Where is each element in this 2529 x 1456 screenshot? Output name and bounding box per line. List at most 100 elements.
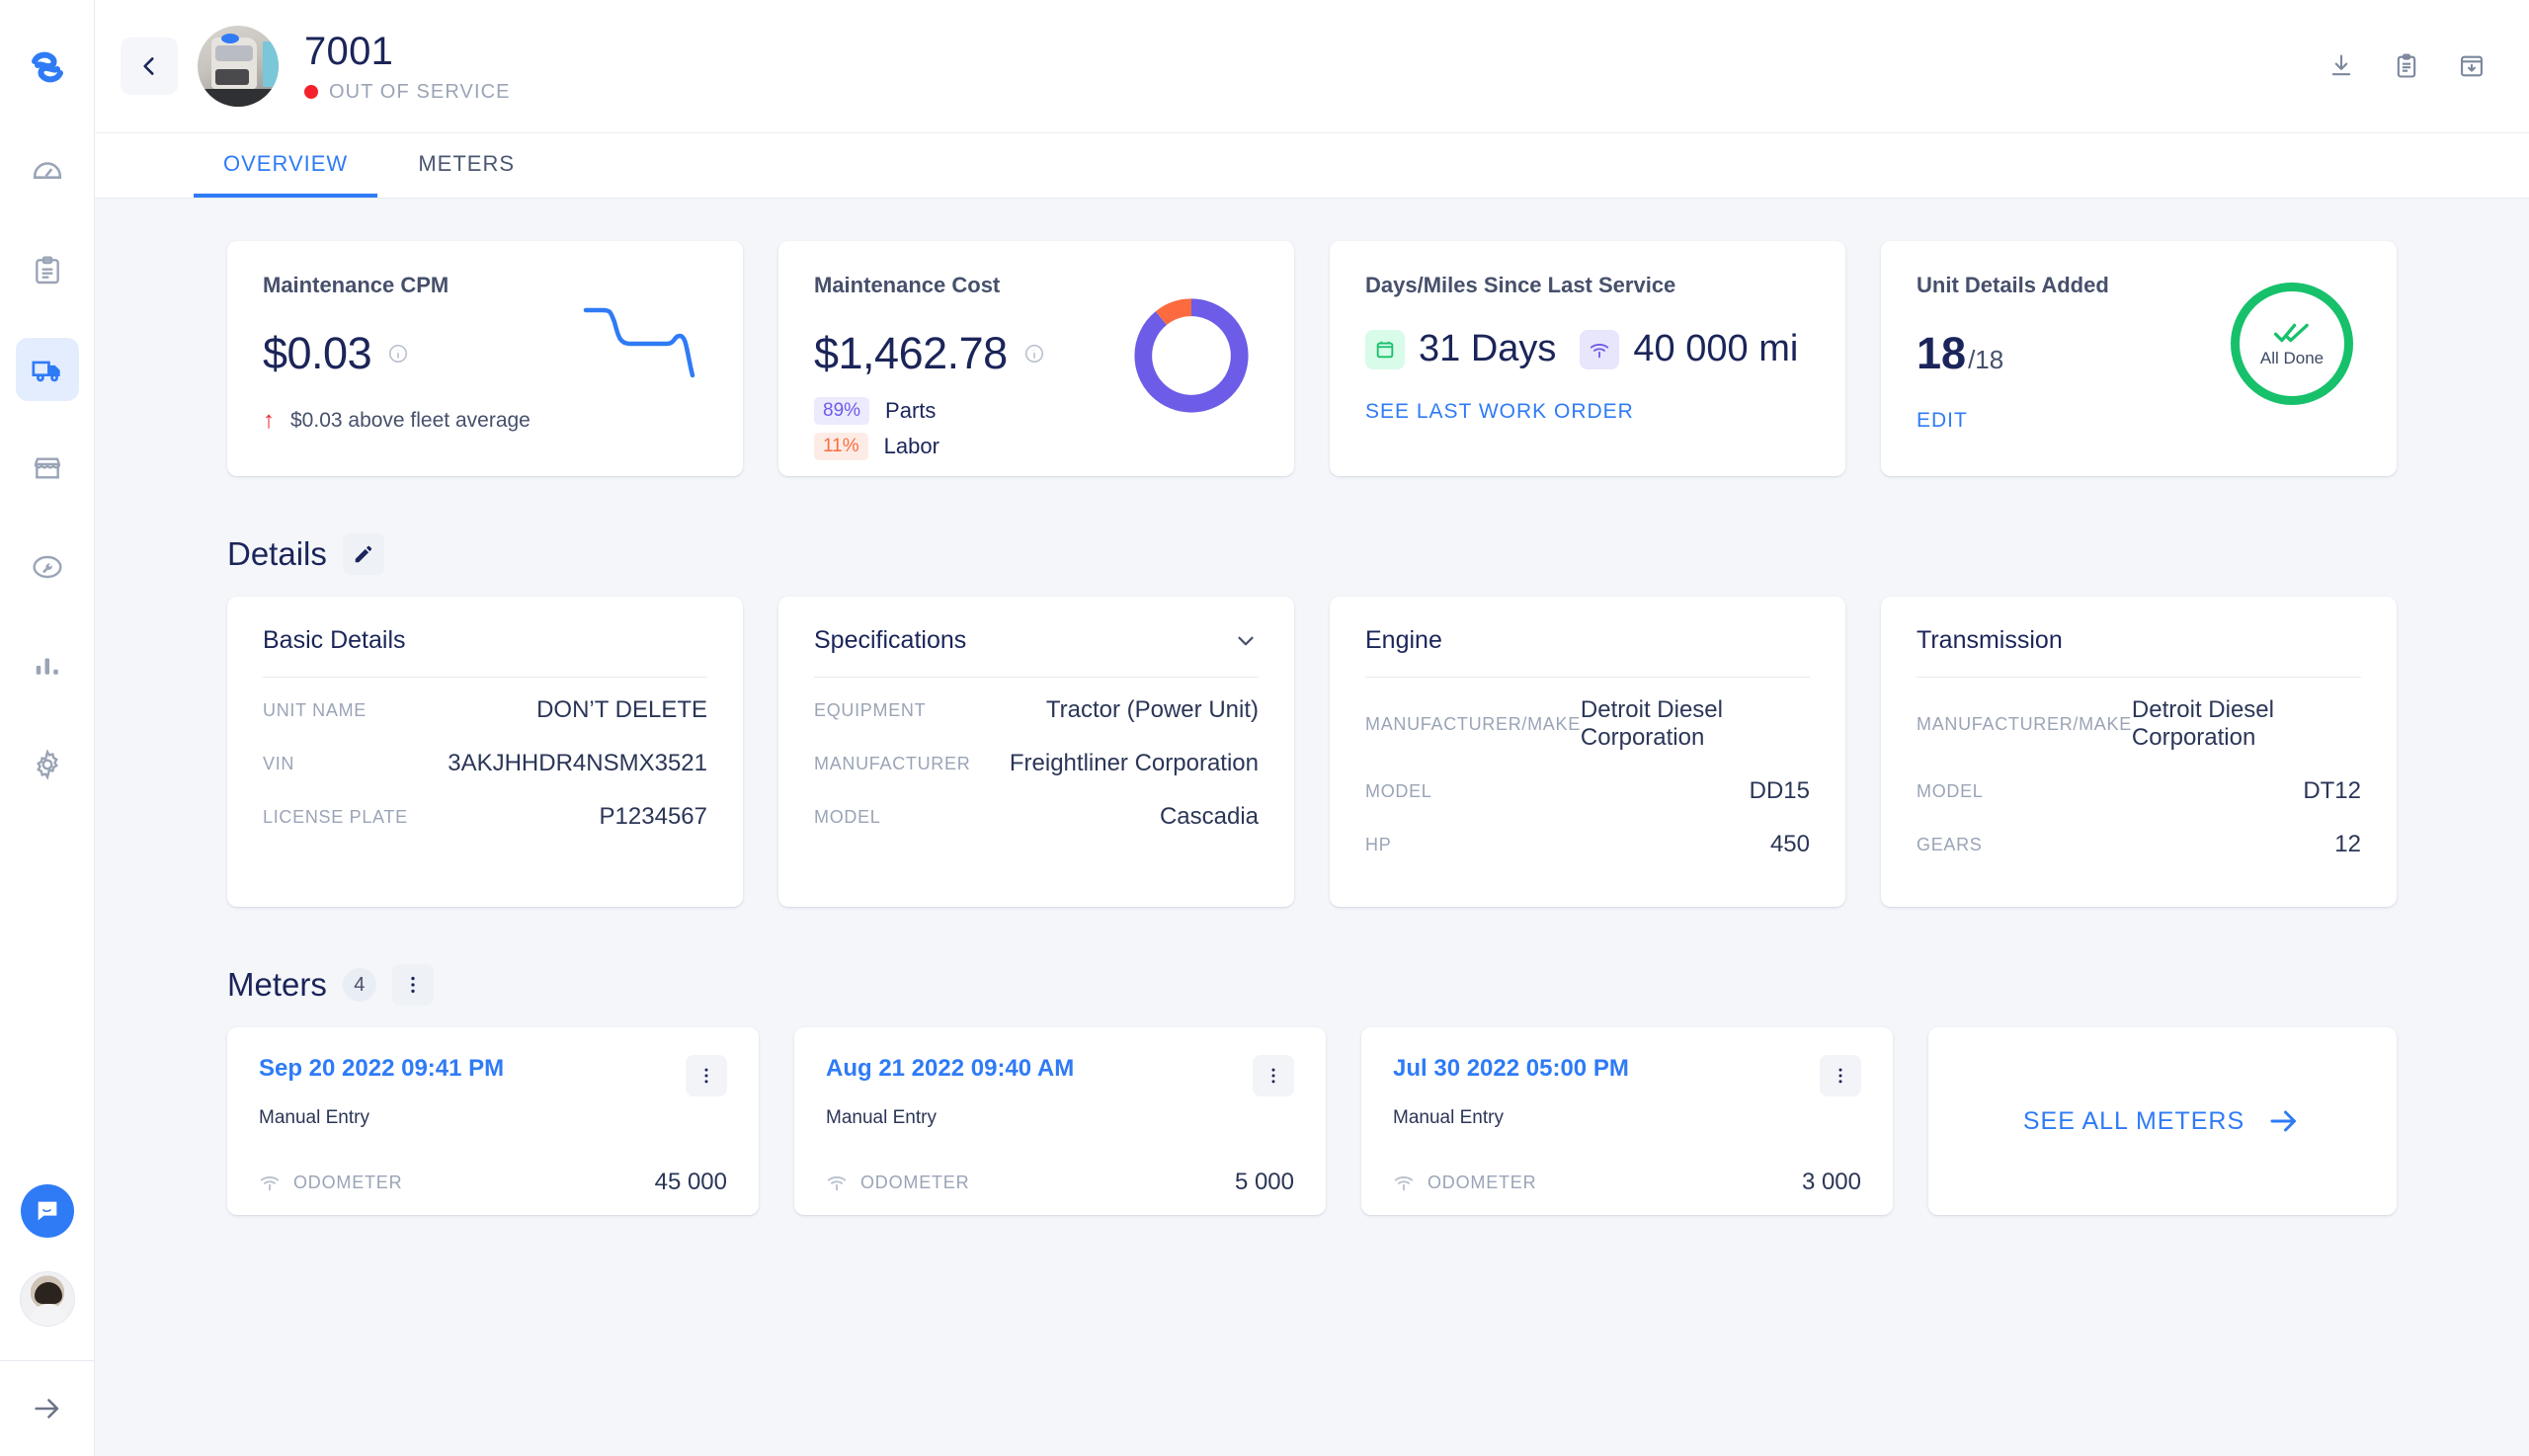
info-icon[interactable] — [1023, 343, 1045, 364]
odometer-icon — [1394, 1176, 1414, 1191]
detail-value: 450 — [1769, 831, 1810, 857]
meters-count-badge: 4 — [342, 968, 376, 1002]
meter-label: ODOMETER — [860, 1172, 970, 1192]
detail-value: Detroit Diesel Corporation — [2131, 696, 2274, 751]
edit-link[interactable]: EDIT — [1917, 409, 1968, 433]
meter-date-link[interactable]: Jul 30 2022 05:00 PM — [1393, 1055, 1629, 1083]
tab-meters[interactable]: METERS — [377, 133, 555, 198]
user-avatar[interactable] — [19, 1271, 75, 1327]
detail-value: 3AKJHHDR4NSMX3521 — [448, 750, 707, 776]
detail-key: MODEL — [814, 806, 881, 827]
divider — [1917, 677, 2361, 678]
kpi-delta: ↑ $0.03 above fleet average — [263, 409, 707, 433]
meter-source: Manual Entry — [1393, 1107, 1504, 1128]
download-icon — [2331, 54, 2351, 76]
sidebar-item-vehicles[interactable] — [15, 338, 79, 401]
details-heading: Details — [227, 535, 327, 572]
sidebar-item-reports[interactable] — [16, 634, 79, 697]
kebab-icon — [1271, 1068, 1275, 1084]
meters-menu-button[interactable] — [391, 964, 434, 1006]
app-logo[interactable] — [0, 0, 94, 134]
sidebar-item-inspections[interactable] — [16, 239, 79, 302]
meter-date-link[interactable]: Sep 20 2022 09:41 PM — [259, 1055, 504, 1083]
bar-chart-icon — [36, 658, 58, 675]
meter-value: 45 000 — [654, 1169, 727, 1195]
truck-icon — [31, 361, 60, 382]
detail-card-title: Engine — [1365, 626, 1442, 654]
unit-photo — [198, 26, 279, 107]
pencil-icon — [355, 545, 372, 563]
detail-row: MODEL DD15 — [1365, 765, 1810, 818]
sidebar-item-vendors[interactable] — [16, 437, 79, 500]
detail-row: VIN 3AKJHHDR4NSMX3521 — [263, 737, 707, 790]
meter-menu-button[interactable] — [1820, 1055, 1861, 1096]
fleetio-logo-icon — [31, 51, 63, 83]
detail-card-engine: Engine MANUFACTURER/MAKE Detroit Diesel … — [1330, 597, 1845, 907]
detail-row: GEARS 12 — [1917, 818, 2361, 871]
back-button[interactable] — [121, 38, 178, 95]
download-button[interactable] — [2327, 52, 2355, 80]
meter-date-link[interactable]: Aug 21 2022 09:40 AM — [826, 1055, 1074, 1083]
arrow-right-icon — [2270, 1110, 2297, 1132]
meter-value: 5 000 — [1234, 1169, 1294, 1195]
sidebar-item-dashboard[interactable] — [16, 140, 79, 203]
detail-value: 12 — [2334, 831, 2361, 857]
detail-card-title: Specifications — [814, 626, 967, 654]
detail-value: Tractor (Power Unit) — [1045, 696, 1259, 723]
page-title: 7001 — [304, 29, 394, 73]
expand-sidebar-button[interactable] — [0, 1361, 94, 1456]
parts-label: Parts — [885, 398, 937, 423]
odometer-icon — [827, 1176, 847, 1191]
detail-value: Cascadia — [1159, 803, 1259, 830]
clipboard-icon — [2397, 53, 2416, 78]
kpi-card-days-miles-since-service: Days/Miles Since Last Service 31 Days 40… — [1330, 241, 1845, 476]
cpm-sparkline-chart — [583, 307, 695, 378]
chat-bubble-icon — [38, 1201, 56, 1221]
meter-value: 3 000 — [1801, 1169, 1861, 1195]
kpi-title: Days/Miles Since Last Service — [1365, 273, 1676, 297]
legend-labor: 11% Labor — [814, 433, 1259, 460]
arrow-up-icon: ↑ — [263, 407, 275, 434]
info-icon[interactable] — [387, 343, 409, 364]
page-header: 7001 OUT OF SERVICE — [95, 0, 2529, 133]
days-since-service: 31 Days — [1419, 328, 1557, 369]
meter-card-header: Aug 21 2022 09:40 AM — [826, 1055, 1294, 1096]
details-section-header: Details — [227, 533, 2397, 575]
detail-card-basic-details: Basic Details UNIT NAME DON’T DELETE VIN… — [227, 597, 743, 907]
archive-icon — [2461, 55, 2483, 77]
meter-reading-row: ODOMETER 45 000 — [259, 1169, 727, 1196]
sidebar-item-settings[interactable] — [16, 733, 79, 796]
see-last-work-order-link[interactable]: SEE LAST WORK ORDER — [1365, 400, 1634, 424]
kpi-row: Maintenance CPM $0.03 ↑ $0.03 above flee… — [227, 199, 2397, 476]
cost-donut-chart — [1134, 298, 1249, 413]
sidebar-item-service[interactable] — [16, 535, 79, 599]
chevron-down-icon[interactable] — [1233, 628, 1259, 654]
kebab-icon — [411, 976, 415, 994]
kpi-link-row: EDIT — [1917, 409, 2361, 433]
meter-menu-button[interactable] — [1253, 1055, 1294, 1096]
detail-card-title: Basic Details — [263, 626, 406, 654]
status-dot-icon — [304, 85, 318, 99]
detail-key: EQUIPMENT — [814, 699, 927, 720]
kpi-delta-text: $0.03 above fleet average — [290, 409, 530, 432]
details-card-row: Basic Details UNIT NAME DON’T DELETE VIN… — [227, 597, 2397, 907]
detail-row: MANUFACTURER/MAKE Detroit Diesel Corpora… — [1365, 684, 1810, 765]
detail-row: HP 450 — [1365, 818, 1810, 871]
meter-label: ODOMETER — [293, 1172, 403, 1192]
work-order-button[interactable] — [2393, 52, 2420, 80]
kpi-card-maintenance-cpm: Maintenance CPM $0.03 ↑ $0.03 above flee… — [227, 241, 743, 476]
detail-row: MODEL Cascadia — [814, 790, 1259, 844]
meter-menu-button[interactable] — [686, 1055, 727, 1096]
detail-card-header: Engine — [1365, 626, 1810, 655]
see-all-meters-card[interactable]: SEE ALL METERS — [1928, 1027, 2397, 1215]
tab-overview[interactable]: OVERVIEW — [194, 133, 378, 198]
header-actions — [2327, 52, 2486, 80]
intercom-chat-button[interactable] — [20, 1184, 74, 1238]
calendar-icon — [1365, 329, 1405, 369]
tab-bar: OVERVIEW METERS — [95, 133, 2529, 199]
archive-button[interactable] — [2458, 52, 2486, 80]
clipboard-icon — [35, 256, 59, 284]
edit-details-button[interactable] — [342, 533, 384, 575]
gauge-icon — [33, 162, 61, 179]
kpi-value: $1,462.78 — [814, 328, 1008, 378]
